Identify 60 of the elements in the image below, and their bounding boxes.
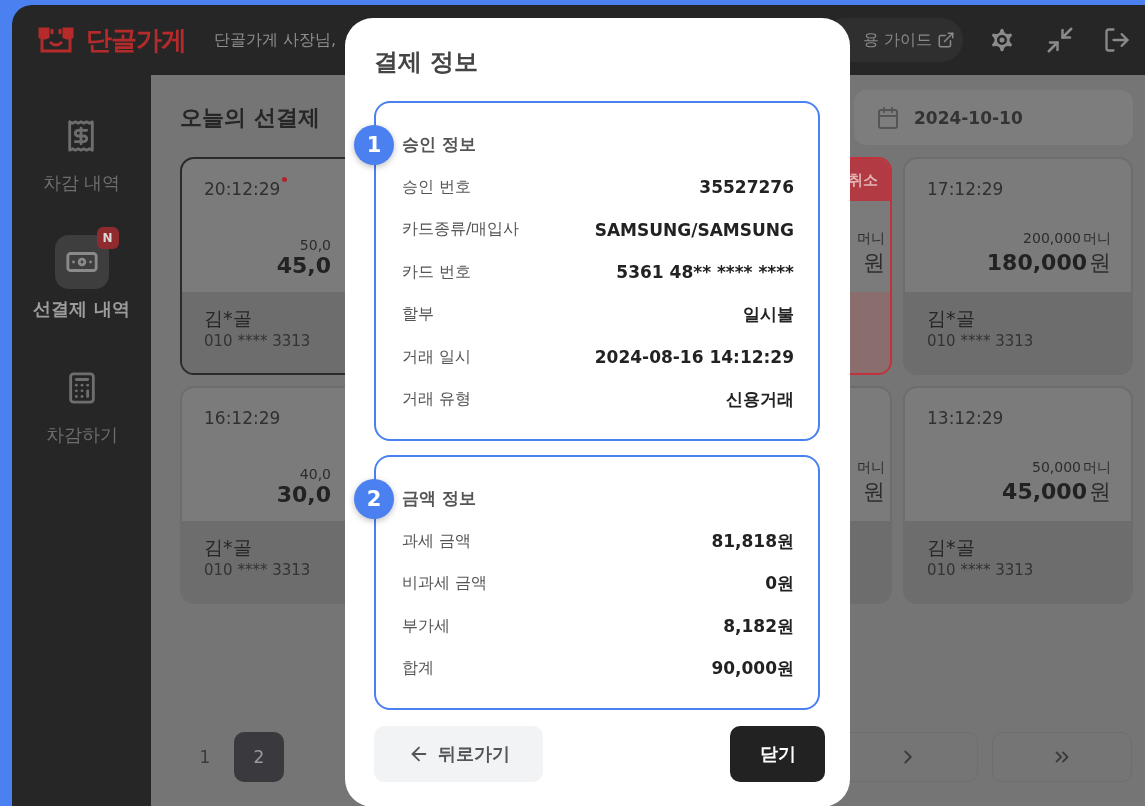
info-value: 일시불	[743, 303, 794, 327]
sidebar-item[interactable]: 차감하기	[41, 349, 122, 447]
dialog-title: 결제 정보	[374, 47, 479, 78]
info-value: 90,000원	[711, 657, 794, 681]
payment-time: 16:12:29	[204, 408, 281, 428]
payment-time: 13:12:29	[927, 408, 1004, 428]
customer-phone: 010 **** 3313	[204, 332, 311, 350]
customer-phone: 010 **** 3313	[204, 561, 311, 579]
step-number: 1	[354, 125, 394, 165]
paid-amount: 30,0	[276, 482, 331, 507]
customer-name: 김*골	[927, 535, 975, 560]
payment-time: 20:12:29	[204, 179, 281, 199]
original-amount: 50,0	[299, 237, 331, 253]
shrink-arrows-icon	[1045, 25, 1075, 55]
page-title: 오늘의 선결제	[180, 103, 320, 132]
info-value: 8,182원	[723, 614, 794, 638]
original-amount: 50,000 머니	[1032, 459, 1111, 477]
payment-card[interactable]: 13:12:29 50,000 머니 45,000 원 김*골 010 **** 3313	[903, 386, 1133, 604]
step-number: 2	[354, 479, 394, 519]
sidebar-item[interactable]: 차감 내역	[38, 97, 125, 195]
original-amount: 200,000 머니	[1023, 230, 1111, 248]
original-amount: 머니	[856, 459, 885, 477]
info-value: 2024-08-16 14:12:29	[594, 347, 794, 368]
close-button[interactable]: 닫기	[730, 726, 825, 782]
sidebar-item[interactable]: N 선결제 내역	[29, 223, 134, 321]
new-badge: N	[96, 227, 119, 249]
customer-name: 김*골	[204, 535, 252, 560]
info-value: 0원	[765, 572, 794, 596]
page-button[interactable]: 2	[234, 732, 284, 782]
page-button[interactable]: 1	[180, 732, 230, 782]
brand-name: 단골가게	[86, 23, 186, 57]
payment-card[interactable]: 17:12:29 200,000 머니 180,000 원 김*골 010 **** 3313	[903, 157, 1133, 375]
logout-icon	[1103, 26, 1131, 54]
info-value: 35527276	[699, 177, 794, 198]
info-label: 부가세	[402, 615, 450, 637]
original-amount: 40,0	[299, 466, 331, 482]
paid-amount: 원	[862, 478, 885, 506]
customer-name: 김*골	[927, 306, 975, 331]
info-label: 합계	[402, 658, 434, 680]
original-amount: 머니	[856, 230, 885, 248]
paid-amount: 45,0	[276, 253, 331, 278]
info-value: 신용거래	[726, 388, 794, 412]
paid-amount: 45,000 원	[1002, 478, 1111, 506]
info-value: 5361 48** **** ****	[616, 262, 794, 283]
greeting-text: 단골가게 사장님,	[214, 29, 337, 51]
paid-amount: 180,000 원	[986, 249, 1111, 277]
calendar-icon	[876, 105, 900, 130]
customer-phone: 010 **** 3313	[927, 561, 1034, 579]
back-button[interactable]: 뒤로가기	[374, 726, 543, 782]
payment-time: 17:12:29	[927, 179, 1004, 199]
canceled-label: 취소	[848, 170, 878, 190]
info-value: SAMSUNG/SAMSUNG	[594, 219, 794, 240]
store-logo-icon	[38, 25, 74, 55]
section-title: 승인 정보	[402, 133, 476, 156]
date-field[interactable]: 2024-10-10	[854, 90, 1133, 145]
info-value: 81,818원	[711, 529, 794, 553]
paid-amount: 원	[862, 249, 885, 277]
customer-phone: 010 **** 3313	[927, 332, 1034, 350]
external-link-icon	[937, 31, 955, 49]
customer-name: 김*골	[204, 306, 252, 331]
